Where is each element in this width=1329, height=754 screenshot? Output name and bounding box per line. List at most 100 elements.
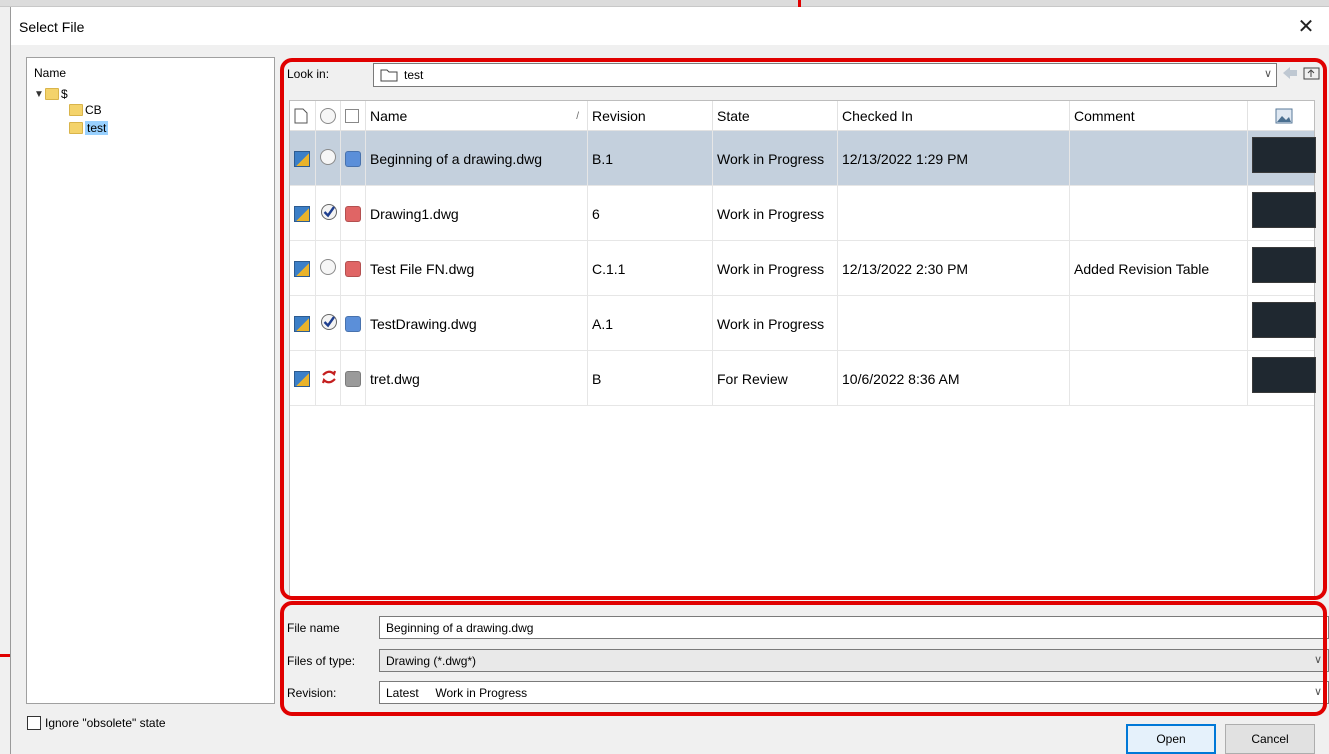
title-bar: Select File ✕ [11, 7, 1329, 45]
state-cell: Work in Progress [713, 131, 838, 186]
back-arrow-icon[interactable] [1281, 65, 1299, 81]
table-row[interactable]: TestDrawing.dwg A.1 Work in Progress [290, 296, 1316, 351]
checkbox-icon [345, 109, 359, 123]
ignore-obsolete-checkbox[interactable]: Ignore "obsolete" state [27, 716, 166, 730]
tree-header: Name [34, 66, 67, 80]
table-row[interactable]: Beginning of a drawing.dwg B.1 Work in Pro… [290, 131, 1316, 186]
comment-cell [1070, 131, 1248, 186]
table-row[interactable]: tret.dwg B For Review 10/6/2022 8:36 AM [290, 351, 1316, 406]
checkbox-box[interactable] [27, 716, 41, 730]
file-list-grid[interactable]: Name / Revision State Checked In Comment… [289, 100, 1316, 597]
checked-in-cell [838, 296, 1070, 351]
state-color-cell [341, 241, 366, 296]
name-cell: tret.dwg [366, 351, 588, 406]
status-cell [316, 186, 341, 241]
top-background-strip [0, 0, 1329, 7]
state-cell: Work in Progress [713, 186, 838, 241]
open-button-label: Open [1156, 732, 1186, 746]
comment-cell: Added Revision Table [1070, 241, 1248, 296]
chevron-down-icon: ∨ [1313, 686, 1322, 698]
revision-select[interactable]: Latest Work in Progress ∨ [379, 681, 1329, 704]
look-in-combobox[interactable]: test ∨ [373, 63, 1277, 87]
tree-item-label: $ [61, 87, 68, 101]
column-label: Name [370, 108, 408, 124]
state-color-cell [341, 351, 366, 406]
column-header-state[interactable] [341, 101, 366, 131]
revision-label: Revision: [287, 686, 337, 700]
folder-tree[interactable]: Name ▼ $ CB test [26, 57, 275, 704]
look-in-label: Look in: [287, 67, 330, 81]
name-cell: TestDrawing.dwg [366, 296, 588, 351]
look-in-value: test [404, 68, 424, 82]
folder-outline-icon [380, 69, 398, 82]
image-icon [1275, 108, 1293, 124]
chevron-down-icon: ∨ [1313, 654, 1322, 666]
column-header-revision[interactable]: Revision [588, 101, 713, 131]
close-icon: ✕ [1297, 15, 1315, 38]
files-of-type-label: Files of type: [287, 654, 356, 668]
file-type-cell [290, 351, 316, 406]
comment-cell [1070, 186, 1248, 241]
tree-item-test[interactable]: test [69, 120, 109, 136]
document-icon [294, 108, 308, 124]
checked-in-cell: 12/13/2022 1:29 PM [838, 131, 1070, 186]
column-label: State [717, 108, 750, 124]
state-cell: Work in Progress [713, 296, 838, 351]
revision-cell: A.1 [588, 296, 713, 351]
checked-in-cell: 12/13/2022 2:30 PM [838, 241, 1070, 296]
dwg-file-icon [294, 370, 310, 387]
state-color-cell [341, 296, 366, 351]
sync-icon [320, 368, 338, 389]
checked-in-cell: 10/6/2022 8:36 AM [838, 351, 1070, 406]
column-label: Revision [592, 108, 646, 124]
state-cell: For Review [713, 351, 838, 406]
file-type-cell [290, 131, 316, 186]
revision-cell: B [588, 351, 713, 406]
dwg-file-icon [294, 205, 310, 222]
status-cell [316, 241, 341, 296]
column-header-state-name[interactable]: State [713, 101, 838, 131]
dwg-file-icon [294, 260, 310, 277]
name-cell: Drawing1.dwg [366, 186, 588, 241]
drawing-thumbnail [1252, 247, 1316, 283]
cancel-button[interactable]: Cancel [1225, 724, 1315, 754]
name-cell: Beginning of a drawing.dwg [366, 131, 588, 186]
state-color-icon [345, 205, 361, 222]
up-folder-icon[interactable] [1303, 65, 1321, 81]
revision-cell: 6 [588, 186, 713, 241]
tree-item-root[interactable]: ▼ $ [33, 86, 68, 102]
column-header-checked-in[interactable]: Checked In [838, 101, 1070, 131]
column-header-name[interactable]: Name / [366, 101, 588, 131]
sort-indicator-icon: / [576, 110, 579, 122]
column-header-type[interactable] [290, 101, 316, 131]
tree-item-label: CB [85, 103, 102, 117]
table-row[interactable]: Test File FN.dwg C.1.1 Work in Progress 12/… [290, 241, 1316, 296]
file-type-cell [290, 296, 316, 351]
navigation-icons [1281, 65, 1321, 81]
column-header-thumbnail[interactable] [1248, 101, 1316, 131]
files-of-type-select[interactable]: Drawing (*.dwg*) ∨ [379, 649, 1329, 672]
chevron-down-icon[interactable]: ▼ [33, 89, 45, 100]
tree-item-cb[interactable]: CB [69, 102, 102, 118]
column-label: Checked In [842, 108, 913, 124]
state-color-cell [341, 131, 366, 186]
table-row[interactable]: Drawing1.dwg 6 Work in Progress [290, 186, 1316, 241]
file-type-cell [290, 186, 316, 241]
folder-icon [69, 122, 83, 134]
column-header-comment[interactable]: Comment [1070, 101, 1248, 131]
chevron-down-icon: ∨ [1263, 68, 1272, 80]
files-of-type-value: Drawing (*.dwg*) [386, 653, 477, 668]
open-button[interactable]: Open [1126, 724, 1216, 754]
close-button[interactable]: ✕ [1283, 7, 1329, 45]
state-color-cell [341, 186, 366, 241]
status-cell [316, 296, 341, 351]
drawing-thumbnail [1252, 357, 1316, 393]
name-cell: Test File FN.dwg [366, 241, 588, 296]
grid-header: Name / Revision State Checked In Comment [290, 101, 1314, 131]
state-color-icon [345, 370, 361, 387]
column-header-status[interactable] [316, 101, 341, 131]
file-name-input[interactable]: Beginning of a drawing.dwg [379, 616, 1329, 639]
checked-out-icon [320, 313, 338, 334]
cancel-button-label: Cancel [1251, 732, 1289, 746]
drawing-thumbnail [1252, 302, 1316, 338]
